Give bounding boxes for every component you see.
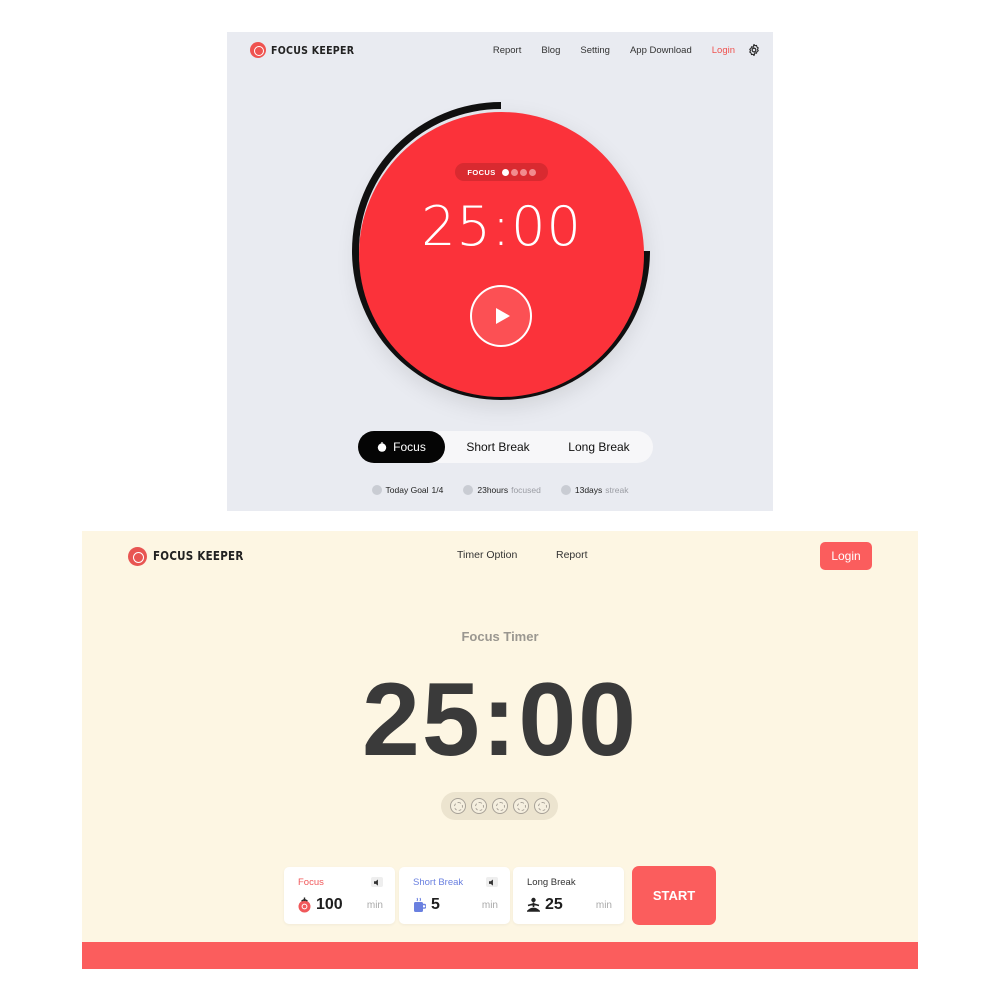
session-dot-icon bbox=[501, 168, 509, 176]
stats-bar: Today Goal 1/4 23hours focused 13days st… bbox=[227, 485, 773, 495]
play-icon bbox=[495, 308, 510, 324]
timer-display: 25:00 bbox=[421, 195, 582, 258]
timer-display: 25:00 bbox=[362, 662, 638, 778]
session-tomato-icon bbox=[491, 798, 508, 814]
nav-app-download[interactable]: App Download bbox=[630, 45, 692, 56]
stat-today-goal: Today Goal 1/4 bbox=[371, 485, 444, 495]
card-label: Focus bbox=[298, 877, 324, 888]
hours-value: 23hours bbox=[477, 485, 509, 495]
mode-long-break-tab[interactable]: Long Break bbox=[551, 431, 647, 463]
brand-logo[interactable]: FOCUS KEEPER bbox=[128, 546, 258, 566]
goal-value: 1/4 bbox=[431, 485, 444, 495]
session-indicators bbox=[441, 792, 558, 820]
short-break-duration-card[interactable]: Short Break 5 min bbox=[399, 867, 510, 924]
tomato-icon bbox=[298, 897, 311, 913]
card-unit: min bbox=[595, 900, 612, 911]
tomato-logo-icon bbox=[128, 546, 147, 566]
session-tomato-icon bbox=[512, 798, 529, 814]
tomato-logo-icon bbox=[250, 42, 266, 58]
start-button[interactable]: START bbox=[632, 866, 716, 925]
focus-session-chip: FOCUS bbox=[455, 163, 548, 181]
session-tomato-icon bbox=[533, 798, 550, 814]
drop-icon bbox=[463, 485, 474, 495]
card-label: Long Break bbox=[527, 877, 576, 888]
mode-short-break-tab[interactable]: Short Break bbox=[445, 431, 551, 463]
meditation-icon bbox=[527, 897, 540, 912]
card-unit: min bbox=[366, 900, 383, 911]
flame-icon bbox=[560, 485, 571, 495]
streak-label: streak bbox=[605, 485, 629, 495]
stat-hours-focused: 23hours focused bbox=[463, 485, 541, 495]
tomato-icon bbox=[377, 442, 387, 452]
goal-label: Today Goal bbox=[385, 485, 429, 495]
session-dot-icon bbox=[510, 168, 518, 176]
nav-report[interactable]: Report bbox=[493, 45, 522, 56]
nav-report[interactable]: Report bbox=[556, 549, 588, 561]
session-dots bbox=[500, 168, 536, 176]
target-icon bbox=[371, 485, 382, 495]
focus-duration-card[interactable]: Focus 100 min bbox=[284, 867, 395, 924]
coffee-cup-icon bbox=[414, 897, 426, 912]
timer-title: Focus Timer bbox=[461, 629, 539, 644]
play-button[interactable] bbox=[470, 285, 532, 347]
nav-timer-option[interactable]: Timer Option bbox=[457, 549, 517, 561]
session-dot-icon bbox=[519, 168, 527, 176]
speaker-icon[interactable] bbox=[486, 877, 498, 887]
nav-blog[interactable]: Blog bbox=[541, 45, 560, 56]
long-break-duration-card[interactable]: Long Break 25 min bbox=[513, 867, 624, 924]
card-label: Short Break bbox=[413, 877, 464, 888]
login-button[interactable]: Login bbox=[820, 542, 872, 570]
mode-focus-tab[interactable]: Focus bbox=[358, 431, 445, 463]
session-tomato-icon bbox=[449, 798, 466, 814]
footer-bar bbox=[82, 942, 918, 969]
nav-login[interactable]: Login bbox=[712, 45, 735, 56]
top-nav: Report Blog Setting App Download Login bbox=[473, 42, 761, 58]
mode-focus-label: Focus bbox=[393, 440, 426, 454]
nav-setting[interactable]: Setting bbox=[580, 45, 610, 56]
focus-keeper-light-app: FOCUS KEEPER Timer Option Report Login F… bbox=[82, 531, 918, 969]
stat-streak: 13days streak bbox=[560, 485, 629, 495]
card-value[interactable]: 25 bbox=[545, 896, 563, 914]
mode-switcher: Focus Short Break Long Break bbox=[358, 431, 653, 463]
speaker-icon[interactable] bbox=[371, 877, 383, 887]
card-value[interactable]: 100 bbox=[316, 896, 343, 914]
gear-icon[interactable] bbox=[747, 43, 761, 57]
chip-label: FOCUS bbox=[467, 167, 496, 177]
brand-logo[interactable]: FOCUS KEEPER bbox=[250, 42, 368, 58]
streak-value: 13days bbox=[574, 485, 603, 495]
card-value[interactable]: 5 bbox=[431, 896, 440, 914]
session-tomato-icon bbox=[470, 798, 487, 814]
brand-name: FOCUS KEEPER bbox=[271, 43, 355, 57]
card-unit: min bbox=[481, 900, 498, 911]
focus-keeper-dark-app: FOCUS KEEPER Report Blog Setting App Dow… bbox=[227, 32, 773, 511]
session-dot-icon bbox=[528, 168, 536, 176]
hours-label: focused bbox=[511, 485, 541, 495]
brand-name: FOCUS KEEPER bbox=[153, 549, 244, 563]
